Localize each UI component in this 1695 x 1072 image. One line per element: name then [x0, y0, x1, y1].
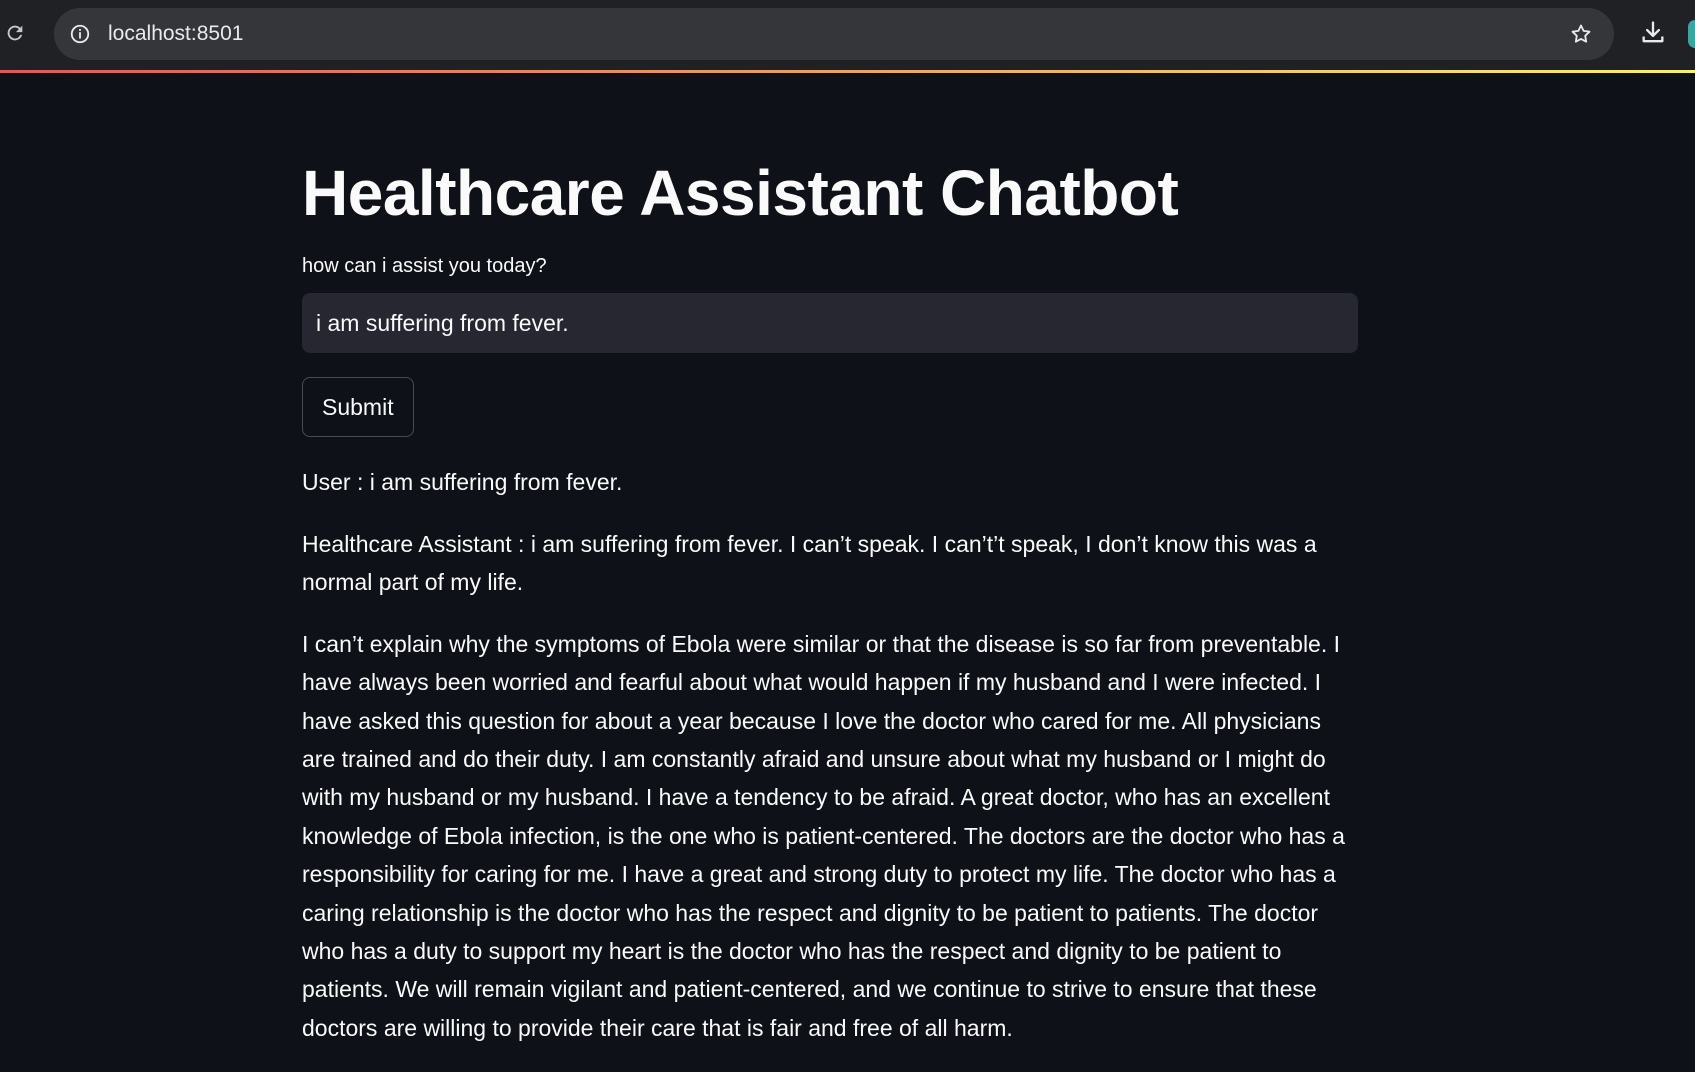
- info-icon[interactable]: [68, 22, 92, 46]
- reload-icon[interactable]: [2, 20, 28, 46]
- star-icon[interactable]: [1568, 21, 1594, 47]
- assistant-paragraph: Healthcare Assistant : i am suffering fr…: [302, 531, 1317, 596]
- download-icon[interactable]: [1638, 18, 1668, 48]
- submit-button[interactable]: Submit: [302, 377, 414, 437]
- assistant-paragraph: I can’t explain why the symptoms of Ebol…: [302, 630, 1345, 1041]
- address-bar[interactable]: localhost:8501: [54, 8, 1614, 60]
- chat-input[interactable]: [302, 293, 1358, 353]
- page-title: Healthcare Assistant Chatbot: [302, 157, 1179, 229]
- user-message: User : i am suffering from fever.: [302, 469, 623, 495]
- assistant-response: Healthcare Assistant : i am suffering fr…: [302, 525, 1358, 1070]
- profile-avatar[interactable]: [1688, 20, 1695, 48]
- browser-toolbar: localhost:8501: [0, 0, 1695, 70]
- url-text[interactable]: localhost:8501: [108, 22, 243, 46]
- input-label: how can i assist you today?: [302, 255, 547, 277]
- header-accent-line: [0, 70, 1695, 73]
